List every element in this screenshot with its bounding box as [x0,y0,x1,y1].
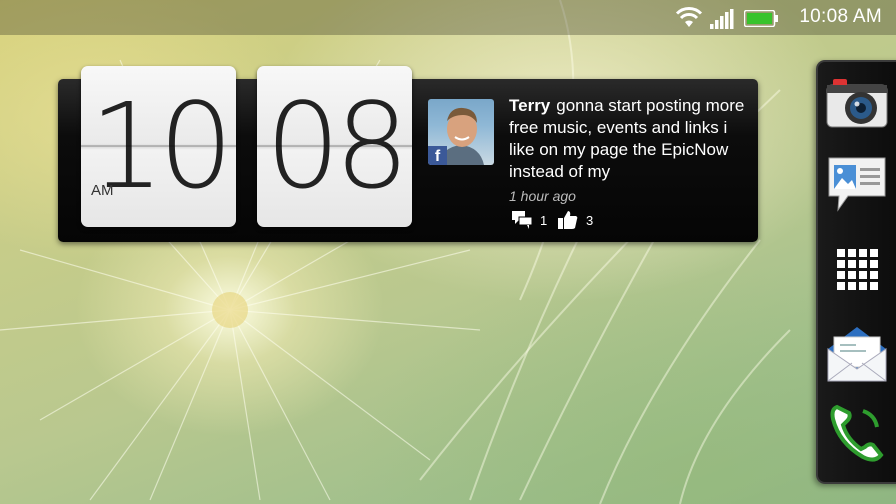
messages-button[interactable] [824,152,890,218]
post-author: Terry [509,96,551,115]
status-time: 10:08 AM [799,6,882,27]
comment-count-value: 1 [540,212,548,228]
app-drawer-button[interactable] [824,236,890,302]
facebook-icon: f [428,146,447,165]
status-bar: 10:08 AM [0,0,896,35]
like-count[interactable]: 3 [558,211,593,229]
mail-button[interactable] [824,320,890,386]
signal-icon [710,9,734,29]
thumbs-up-icon [558,211,578,229]
comment-count[interactable]: 1 [512,211,547,229]
wifi-icon [675,7,703,27]
app-drawer-icon [837,249,878,290]
mail-icon [827,327,887,382]
camera-button[interactable] [824,70,890,136]
post-text-block[interactable]: Terry gonna start posting more free music… [509,95,754,183]
like-count-value: 3 [586,212,594,228]
avatar[interactable]: f [428,99,494,165]
post-time: 1 hour ago [509,188,576,204]
phone-icon [830,404,884,462]
battery-icon [744,10,778,27]
camera-icon [826,79,888,128]
clock-minutes[interactable]: 08 [257,66,412,227]
comment-icon [512,211,532,229]
phone-button[interactable] [824,400,890,466]
messages-icon [828,157,886,212]
clock-hours[interactable]: 10 AM [81,66,236,227]
ampm-label: AM [91,182,114,199]
